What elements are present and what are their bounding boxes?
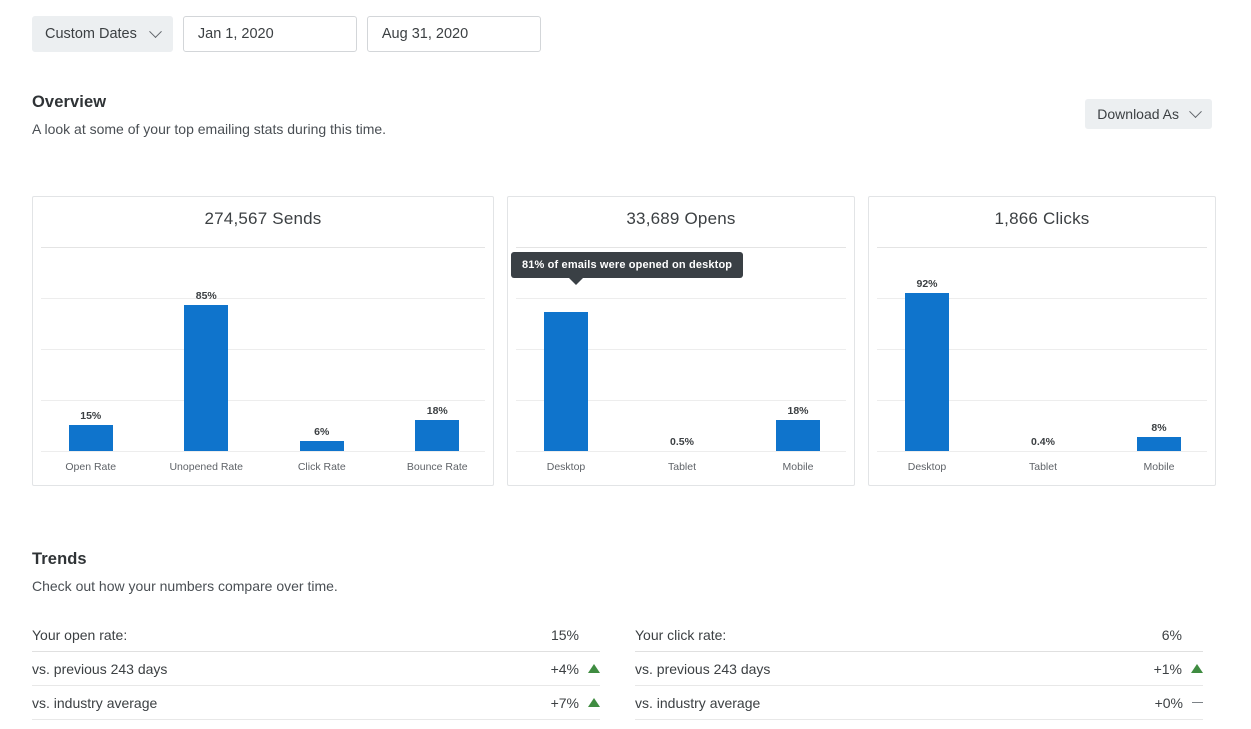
trend-row-value-group: 6%	[1162, 627, 1203, 643]
trend-row-value: +1%	[1153, 660, 1182, 677]
trends-subtitle: Check out how your numbers compare over …	[32, 578, 338, 594]
trend-row-label: vs. previous 243 days	[635, 660, 771, 677]
chart-bar[interactable]	[776, 420, 820, 451]
trend-row-label: vs. industry average	[635, 694, 761, 711]
trend-row-value: 6%	[1161, 626, 1182, 643]
category-label: Mobile	[782, 461, 814, 473]
date-preset-label: Custom Dates	[45, 26, 137, 42]
bar-column[interactable]: 0.4%	[983, 242, 1103, 451]
chart-bar[interactable]	[1137, 437, 1181, 451]
date-filter-bar: Custom Dates Jan 1, 2020 Aug 31, 2020	[32, 16, 541, 52]
opens-bar-chart[interactable]: Desktop 0.5% Tablet 18% Mobile	[508, 242, 854, 485]
trends-title: Trends	[32, 550, 87, 568]
trend-row-value-group: +0%	[1155, 695, 1203, 711]
trend-row: Your click rate: 6%	[635, 618, 1203, 652]
category-label: Tablet	[1028, 461, 1058, 473]
chevron-down-icon	[1189, 104, 1202, 118]
chart-gridline	[516, 451, 846, 452]
category-label: Open Rate	[65, 461, 117, 473]
opens-chart-title: 33,689 Opens	[626, 209, 736, 228]
category-label: Desktop	[907, 461, 947, 473]
bar-column[interactable]: 8%	[1099, 242, 1219, 451]
bar-column[interactable]: 85%	[146, 242, 266, 451]
trend-row-value: +4%	[550, 660, 579, 677]
clicks-chart-card: 1,866 Clicks 92% Desktop 0.4% Tablet 8% Mobil…	[868, 196, 1216, 486]
category-label: Tablet	[667, 461, 697, 473]
trend-row: Your open rate: 15%	[32, 618, 600, 652]
click-rate-trend-table: Your click rate: 6% vs. previous 243 days +…	[635, 618, 1203, 720]
trend-up-icon	[588, 698, 600, 707]
chart-bar[interactable]	[299, 440, 344, 451]
chart-bar[interactable]	[905, 292, 949, 451]
bar-column[interactable]: 18%	[738, 242, 858, 451]
chart-bar[interactable]	[184, 304, 229, 451]
bar-column[interactable]: 92%	[867, 242, 987, 451]
trend-row-label: Your open rate:	[32, 626, 128, 643]
trend-flat-icon	[1192, 701, 1203, 704]
chart-bar[interactable]	[68, 425, 113, 451]
bar-value-label: 18%	[787, 405, 809, 418]
download-as-button[interactable]: Download As	[1085, 99, 1212, 129]
category-label: Bounce Rate	[406, 461, 468, 473]
overview-header: Overview A look at some of your top emai…	[32, 93, 386, 137]
trends-header: Trends Check out how your numbers compar…	[32, 550, 338, 594]
date-preset-dropdown[interactable]: Custom Dates	[32, 16, 173, 52]
sends-chart-card: 274,567 Sends 15% Open Rate 85% Unopened Ra…	[32, 196, 494, 486]
trend-row: vs. industry average +7%	[32, 686, 600, 720]
overview-chart-cards: 274,567 Sends 15% Open Rate 85% Unopened Ra…	[32, 196, 1216, 486]
bar-value-label: 18%	[426, 405, 448, 418]
category-label: Click Rate	[297, 461, 346, 473]
trend-row-value-group: +7%	[551, 695, 600, 711]
clicks-bar-chart[interactable]: 92% Desktop 0.4% Tablet 8% Mobile	[869, 242, 1215, 485]
bar-value-label: 6%	[314, 425, 330, 438]
sends-bar-chart[interactable]: 15% Open Rate 85% Unopened Rate 6% Click Rate…	[33, 242, 493, 485]
bar-column[interactable]: 15%	[31, 242, 151, 451]
bar-column[interactable]: 6%	[262, 242, 382, 451]
sends-chart-title: 274,567 Sends	[204, 209, 322, 228]
trend-row-label: vs. industry average	[32, 694, 158, 711]
opens-chart-card: 33,689 Opens Desktop 0.5% Tablet 18% Mobile …	[507, 196, 855, 486]
download-as-label: Download As	[1097, 106, 1179, 122]
category-label: Desktop	[546, 461, 586, 473]
start-date-input[interactable]: Jan 1, 2020	[182, 16, 357, 52]
chart-gridline	[41, 451, 485, 452]
chart-bar[interactable]	[544, 311, 588, 451]
trend-up-icon	[1191, 664, 1203, 673]
bar-value-label: 85%	[195, 289, 217, 302]
bar-column[interactable]: 18%	[377, 242, 497, 451]
open-rate-trend-table: Your open rate: 15% vs. previous 243 days +…	[32, 618, 600, 720]
trend-row-value: +7%	[550, 694, 579, 711]
overview-title: Overview	[32, 93, 107, 111]
category-label: Unopened Rate	[169, 461, 244, 473]
chevron-down-icon	[149, 24, 162, 38]
trend-row-value: 15%	[550, 626, 579, 643]
chart-tooltip: 81% of emails were opened on desktop	[511, 252, 744, 285]
bar-value-label: 0.4%	[1031, 436, 1055, 448]
trend-row-value-group: +1%	[1154, 661, 1203, 677]
trend-row: vs. previous 243 days +4%	[32, 652, 600, 686]
trend-row-value-group: +4%	[551, 661, 600, 677]
bar-value-label: 92%	[916, 277, 938, 290]
trend-row-value: +0%	[1154, 694, 1183, 711]
clicks-chart-title: 1,866 Clicks	[994, 209, 1090, 228]
trends-tables: Your open rate: 15% vs. previous 243 days +…	[32, 618, 1203, 720]
end-date-input[interactable]: Aug 31, 2020	[366, 16, 541, 52]
bar-value-label: 15%	[80, 410, 102, 423]
trend-row-label: vs. previous 243 days	[32, 660, 168, 677]
trend-row-label: Your click rate:	[635, 626, 727, 643]
category-label: Mobile	[1143, 461, 1175, 473]
bar-value-label: 0.5%	[670, 436, 694, 448]
chart-bar[interactable]	[415, 420, 460, 451]
chart-gridline	[877, 451, 1207, 452]
trend-row-value-group: 15%	[551, 627, 600, 643]
trend-up-icon	[588, 664, 600, 673]
trend-row: vs. previous 243 days +1%	[635, 652, 1203, 686]
trend-row: vs. industry average +0%	[635, 686, 1203, 720]
bar-value-label: 8%	[1151, 422, 1167, 435]
overview-subtitle: A look at some of your top emailing stat…	[32, 121, 387, 137]
